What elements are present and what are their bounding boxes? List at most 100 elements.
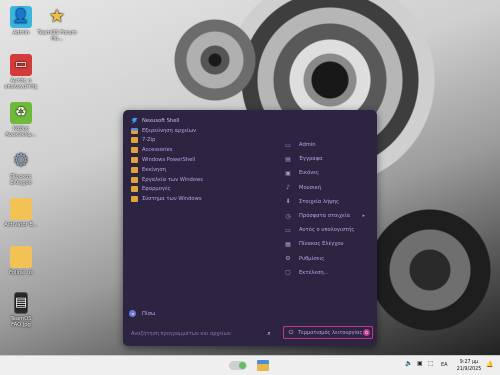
side-item-documents[interactable]: ▤ Έγγραφα: [283, 152, 371, 166]
desktop-icon-label: Activator E...: [4, 222, 38, 228]
taskbar: 🔈 ▣ ⬚ EA 9:27 μμ 21/9/2025 🔔: [0, 355, 500, 375]
program-item-7zip[interactable]: 7-Zip: [131, 136, 271, 146]
start-button[interactable]: [229, 361, 247, 370]
shutdown-options-icon[interactable]: ⏻: [363, 329, 370, 336]
side-item-run[interactable]: ▢ Εκτέλεση...: [283, 266, 371, 280]
side-item-admin[interactable]: ▭ Admin: [283, 138, 371, 152]
chevron-right-icon: ▸: [362, 213, 365, 220]
side-item-settings[interactable]: ⚙ Ρυθμίσεις: [283, 252, 371, 266]
program-list: Nexusoft Shell Εξερεύνηση αρχείων 7-Zip …: [131, 116, 271, 204]
folder-icon: [131, 157, 138, 164]
security-icon[interactable]: ⬚: [428, 360, 434, 367]
user-folder-icon: ▭: [285, 141, 291, 149]
gear-icon: ⚙: [285, 255, 291, 263]
side-item-label: Αυτός ο υπολογιστής: [299, 227, 355, 234]
back-arrow-icon: ◂: [129, 310, 136, 317]
desktop-icon-follow-us[interactable]: Follow us: [0, 246, 42, 276]
program-label: Εξερεύνηση αρχείων: [142, 127, 196, 134]
side-item-label: Εκτέλεση...: [299, 269, 329, 276]
control-panel-icon: ▦: [285, 240, 291, 248]
desktop-icon-label: Follow us: [9, 270, 33, 276]
program-label: Εργαλεία των Windows: [142, 176, 203, 183]
desktop-icon-activator[interactable]: Activator E...: [0, 198, 42, 228]
folder-icon: [131, 196, 138, 203]
desktop-icon-label: TeamOS Forum Ho...: [37, 30, 77, 42]
side-item-downloads[interactable]: ⬇ Στοιχεία λήψης: [283, 195, 371, 209]
star-icon: ★: [48, 6, 66, 27]
search-input[interactable]: [131, 329, 271, 338]
clock[interactable]: 9:27 μμ 21/9/2025: [455, 359, 483, 373]
folder-icon: [131, 137, 138, 144]
side-item-label: Πρόσφατα στοιχεία: [299, 213, 351, 220]
program-item-windows-system[interactable]: Σύστημα των Windows: [131, 194, 271, 204]
clock-date: 21/9/2025: [456, 367, 482, 372]
recycle-bin-icon: ♻: [10, 102, 32, 124]
computer-icon: ▭: [285, 226, 291, 234]
side-item-label: Έγγραφα: [299, 156, 323, 163]
side-item-label: Πίνακας Ελέγχου: [299, 241, 344, 248]
run-icon: ▢: [285, 269, 291, 277]
folder-icon: [131, 176, 138, 183]
folder-icon: [10, 198, 32, 220]
desktop-icon-label: Πίνακας Ελέγχου: [10, 174, 32, 186]
picture-icon: ▣: [285, 169, 291, 177]
clock-icon: ◷: [285, 212, 291, 220]
desktop-icon-label: Αυτός ο υπολογιστής: [4, 78, 38, 90]
gear-icon: ⚙: [12, 150, 30, 171]
download-icon: ⬇: [285, 198, 291, 206]
program-label: Nexusoft Shell: [142, 117, 180, 124]
desktop-icon-teamos-forum[interactable]: ★ TeamOS Forum Ho...: [36, 6, 78, 43]
file-explorer-icon: [131, 127, 138, 134]
program-item-file-explorer[interactable]: Εξερεύνηση αρχείων: [131, 126, 271, 136]
program-item-nexusoft-shell[interactable]: Nexusoft Shell: [131, 116, 271, 126]
program-item-apps[interactable]: Εφαρμογές: [131, 185, 271, 195]
program-item-accessories[interactable]: Accessories: [131, 145, 271, 155]
side-item-this-pc[interactable]: ▭ Αυτός ο υπολογιστής: [283, 223, 371, 237]
side-item-label: Μουσική: [299, 184, 322, 191]
program-label: Windows PowerShell: [142, 157, 196, 164]
side-item-recent[interactable]: ◷ Πρόσφατα στοιχεία ▸: [283, 209, 371, 223]
shutdown-button[interactable]: ⏻ Τερματισμός λειτουργίας ⏻: [283, 326, 373, 339]
program-label: Εκκίνηση: [142, 166, 166, 173]
shutdown-label: Τερματισμός λειτουργίας: [298, 329, 363, 336]
desktop-icon-recycle-bin[interactable]: ♻ Κάδος Ανακύκλω...: [0, 102, 42, 138]
back-button[interactable]: ◂ Πίσω: [129, 310, 155, 317]
program-label: Σύστημα των Windows: [142, 196, 202, 203]
program-label: Accessories: [142, 147, 173, 154]
desktop-icon-label: TeamOS FAQ.jpg: [10, 316, 32, 328]
program-item-startup[interactable]: Εκκίνηση: [131, 165, 271, 175]
side-item-label: Admin: [299, 142, 316, 149]
notification-icon[interactable]: 🔔: [486, 361, 493, 368]
language-indicator[interactable]: EA: [441, 362, 448, 368]
program-item-windows-tools[interactable]: Εργαλεία των Windows: [131, 175, 271, 185]
folder-icon: [10, 246, 32, 268]
network-icon[interactable]: ▣: [417, 360, 423, 367]
search-icon[interactable]: ⌕: [264, 329, 274, 338]
user-folder-icon: 👤: [10, 6, 32, 28]
file-explorer-taskbar-icon[interactable]: [257, 360, 269, 371]
document-icon: ▤: [285, 155, 291, 163]
program-item-powershell[interactable]: Windows PowerShell: [131, 155, 271, 165]
folder-icon: [131, 147, 138, 154]
side-item-music[interactable]: ♪ Μουσική: [283, 181, 371, 195]
music-icon: ♪: [286, 184, 290, 192]
nexus-icon: [131, 117, 138, 124]
speaker-icon[interactable]: 🔈: [405, 360, 412, 367]
side-item-pictures[interactable]: ▣ Εικόνες: [283, 166, 371, 180]
desktop-icon-control-panel[interactable]: ⚙ Πίνακας Ελέγχου: [0, 150, 42, 187]
computer-icon: ▭: [10, 54, 32, 76]
side-item-control-panel[interactable]: ▦ Πίνακας Ελέγχου: [283, 237, 371, 251]
side-item-label: Εικόνες: [299, 170, 320, 177]
start-toggle-knob-icon: [239, 362, 246, 369]
image-file-icon: ▤: [14, 292, 28, 314]
clock-time: 9:27 μμ: [459, 360, 479, 365]
program-label: 7-Zip: [142, 137, 156, 144]
side-item-label: Στοιχεία λήψης: [299, 198, 340, 205]
desktop-icon-teamos-faq[interactable]: ▤ TeamOS FAQ.jpg: [0, 292, 42, 328]
desktop-icon-this-pc[interactable]: ▭ Αυτός ο υπολογιστής: [0, 54, 42, 90]
program-label: Εφαρμογές: [142, 186, 171, 193]
desktop-icon-label: Κάδος Ανακύκλω...: [5, 126, 37, 138]
power-icon: ⏻: [288, 328, 294, 336]
side-item-label: Ρυθμίσεις: [299, 255, 325, 262]
folder-icon: [131, 186, 138, 193]
